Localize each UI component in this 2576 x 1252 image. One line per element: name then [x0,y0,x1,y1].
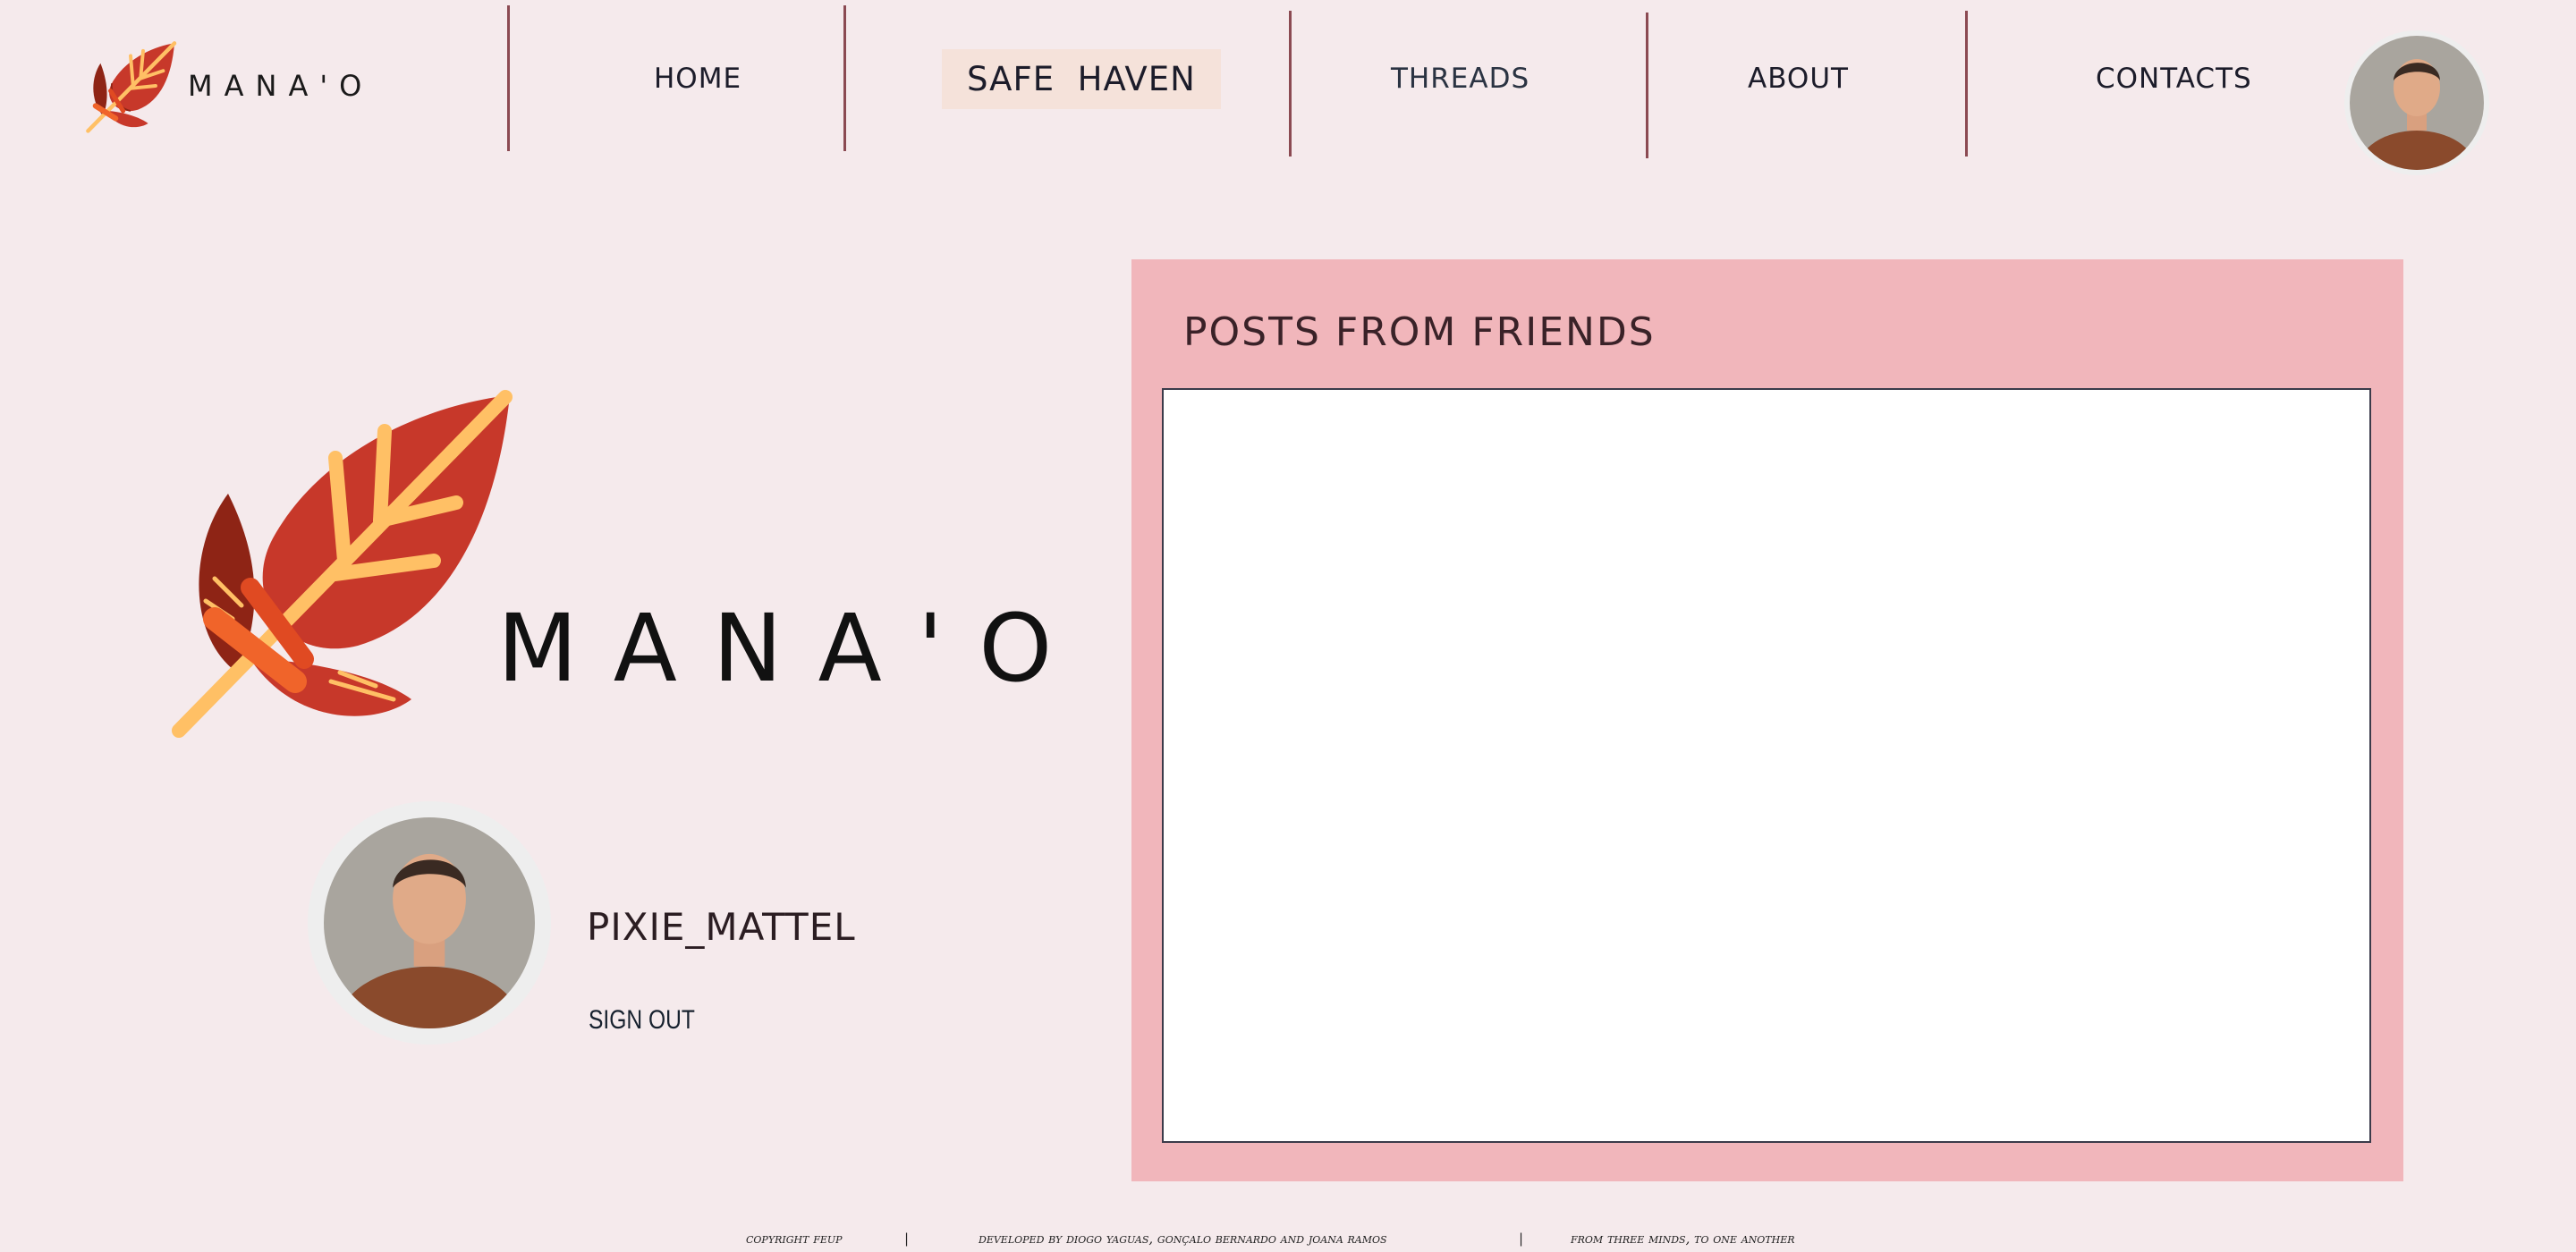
nav-safe-haven-link[interactable]: SAFE HAVEN [942,49,1221,109]
nav-divider [1965,11,1968,156]
footer: copyright feup | developed by diogo yagu… [0,1231,2576,1252]
footer-developers: developed by diogo yaguas, gonçalo berna… [979,1231,1387,1247]
footer-separator: | [904,1231,910,1247]
posts-panel: POSTS FROM FRIENDS [1131,259,2403,1181]
nav-about-link[interactable]: ABOUT [1748,63,1849,95]
header-avatar[interactable] [2344,30,2489,175]
nav-divider [1289,11,1292,156]
avatar-photo [2350,36,2484,170]
nav-contacts-link[interactable]: CONTACTS [2096,63,2252,95]
nav-divider [843,5,846,151]
feather-logo-icon [86,41,177,133]
posts-title: POSTS FROM FRIENDS [1183,309,1656,355]
feather-hero-icon [172,390,513,738]
avatar-photo [324,817,535,1028]
page: MANA'O HOME SAFE HAVEN THREADS ABOUT CON… [0,0,2576,1252]
nav-divider [1646,13,1648,158]
profile-avatar[interactable] [308,801,551,1045]
hero-wordmark: MANA'O [497,594,1089,703]
nav-divider [507,5,510,151]
user-avatar-icon [2350,36,2484,170]
footer-separator: | [1519,1231,1524,1247]
header-logo-link[interactable]: MANA'O [80,34,373,138]
footer-copyright: copyright feup [746,1231,843,1247]
footer-tagline: from three minds, to one another [1571,1231,1795,1247]
nav-threads-link[interactable]: THREADS [1391,63,1530,95]
posts-feed[interactable] [1162,388,2371,1143]
sign-out-link[interactable]: SIGN OUT [589,1005,695,1036]
profile-username: PIXIE_MATTEL [587,905,856,949]
nav-home-link[interactable]: HOME [654,63,741,95]
user-avatar-icon [324,817,535,1028]
header-wordmark: MANA'O [188,69,374,103]
